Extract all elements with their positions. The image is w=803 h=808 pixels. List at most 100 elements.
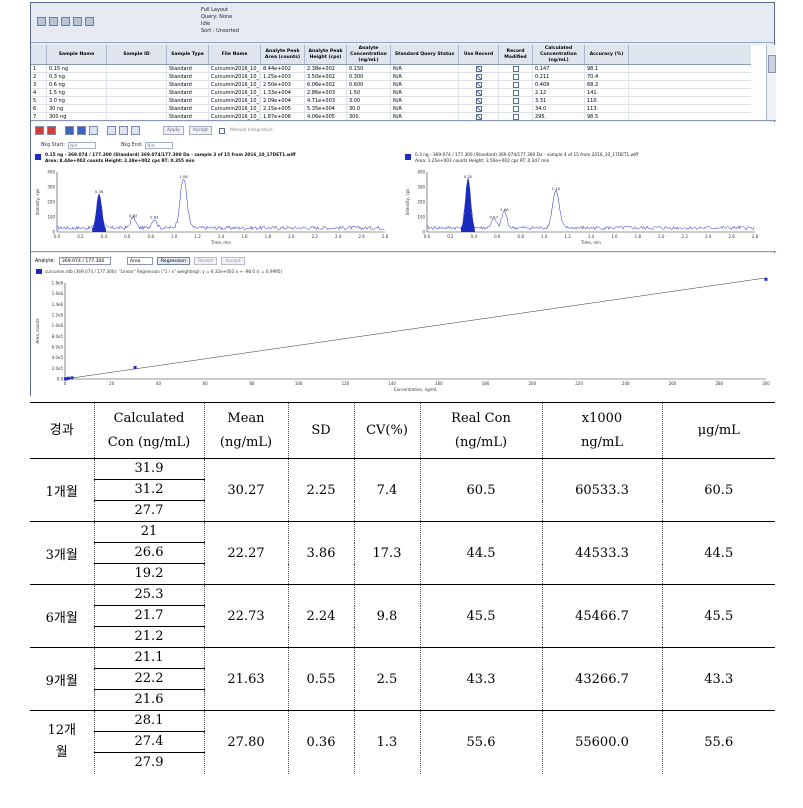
query-icon[interactable] <box>49 17 58 26</box>
checkbox[interactable] <box>475 105 482 112</box>
idle-status: Idle <box>201 21 211 27</box>
y-tick-label: 1.0e6 <box>52 323 64 328</box>
peak-icon[interactable] <box>89 126 98 135</box>
use-record-checkbox[interactable] <box>459 73 499 80</box>
grid-cell-type: Standard <box>167 113 209 120</box>
grid-row[interactable]: 3 0.6 ng Standard Curcumin2016_10_1 2.50e+00… <box>31 81 751 89</box>
checkbox[interactable] <box>512 97 519 104</box>
checkbox[interactable] <box>475 81 482 88</box>
grid-row[interactable]: 1 0.15 ng Standard Curcumin2016_10_ 8.44e+00… <box>31 65 751 73</box>
sort-icon[interactable] <box>73 17 82 26</box>
accept-calib-button[interactable]: Accept <box>221 257 245 265</box>
col-use-record[interactable]: Use Record <box>459 45 499 64</box>
checkbox[interactable] <box>512 65 519 72</box>
grid-row[interactable]: 4 1.5 ng Standard Curcumin2016_10_1 1.33e+00… <box>31 89 751 97</box>
period-cell: 1개월 <box>30 458 95 522</box>
record-modified-checkbox[interactable] <box>499 89 533 96</box>
scroll-thumb[interactable] <box>768 55 776 73</box>
grid-row[interactable]: 6 30 ng Standard Curcumin2016_10_1 2.15e+005… <box>31 105 751 113</box>
record-modified-checkbox[interactable] <box>499 105 533 112</box>
col-sample-type[interactable]: Sample Type <box>167 45 209 64</box>
checkbox[interactable] <box>512 105 519 112</box>
mean-cell: 22.73 <box>203 584 289 648</box>
next-sample-icon[interactable] <box>47 126 56 135</box>
x-tick-label: 40 <box>156 381 162 386</box>
use-record-checkbox[interactable] <box>459 113 499 120</box>
filter-icon[interactable] <box>61 17 70 26</box>
right-chromatogram[interactable]: 40030020010000.0 0.2 0.4 0.6 0.8 1.0 1.2 1.4 1.6… <box>403 168 763 248</box>
checkbox[interactable] <box>475 89 482 96</box>
x-tick-label: 0.0 <box>424 234 431 239</box>
record-modified-checkbox[interactable] <box>499 81 533 88</box>
col-sample-id[interactable]: Sample ID <box>107 45 167 64</box>
prev-sample-icon[interactable] <box>35 126 44 135</box>
col-analyte-conc[interactable]: Analyte Concentration (ng/mL) <box>347 45 391 64</box>
grid-cell-conc: 0.300 <box>347 73 391 80</box>
toolbar: Full Layout Query: None Idle Sort : Unso… <box>31 3 774 43</box>
x-tick-label: 2.0 <box>658 234 665 239</box>
record-modified-checkbox[interactable] <box>499 97 533 104</box>
layout-icon[interactable] <box>37 17 46 26</box>
use-record-checkbox[interactable] <box>459 105 499 112</box>
x-tick-label: 0.6 <box>124 234 131 239</box>
col-peak-area[interactable]: Analyte Peak Area (counts) <box>261 45 305 64</box>
col-record-modified[interactable]: Record Modified <box>499 45 533 64</box>
record-modified-checkbox[interactable] <box>499 113 533 120</box>
left-chromatogram[interactable]: 40030020010000.0 0.2 0.4 0.6 0.8 1.0 1.2 1.4 1.6… <box>33 168 393 248</box>
bkg-end-input[interactable]: N/A <box>145 142 174 149</box>
grid-cell-file: Curcumin2016_10_1 <box>211 97 261 104</box>
col-file-name[interactable]: File Name <box>209 45 261 64</box>
header-sd: SD <box>287 402 355 459</box>
x-tick-label: 0.4 <box>471 234 478 239</box>
accept-button[interactable]: Accept <box>188 126 213 135</box>
record-modified-checkbox[interactable] <box>499 73 533 80</box>
area-select[interactable]: Area <box>126 257 153 265</box>
header-mean-line1: Mean <box>227 410 265 426</box>
record-modified-checkbox[interactable] <box>499 65 533 72</box>
grid-cell-height: 2.86e+003 <box>305 89 347 96</box>
use-record-checkbox[interactable] <box>459 65 499 72</box>
x-tick-label: 1.6 <box>611 234 618 239</box>
apply-button[interactable]: Apply <box>163 126 184 135</box>
bkg-start-input[interactable]: N/A <box>67 142 96 149</box>
checkbox[interactable] <box>475 65 482 72</box>
grid-row[interactable]: 7 300 ng Standard Curcumin2016_10_1 1.87e+00… <box>31 113 751 120</box>
col-peak-height[interactable]: Analyte Peak Height (cps) <box>305 45 347 64</box>
grid-row[interactable]: 2 0.3 ng Standard Curcumin2016_10_1 1.25e+00… <box>31 73 751 81</box>
col-accuracy[interactable]: Accuracy (%) <box>585 45 629 64</box>
analyte-select[interactable]: 369.074 / 177.300 <box>58 257 111 265</box>
table-row: 9개월 21.1 21.63 0.55 2.5 43.3 43266.7 43.… <box>30 647 775 711</box>
use-record-checkbox[interactable] <box>459 89 499 96</box>
col-calc-conc[interactable]: Calculated Concentration (ng/mL) <box>533 45 585 64</box>
calibration-curve[interactable]: 1.8e6 1.6e6 1.4e6 1.2e6 1.0e6 8.0e5 6.0e5 4.0e5… <box>31 277 776 395</box>
zoom-icon[interactable] <box>65 126 74 135</box>
options-icon[interactable] <box>131 126 140 135</box>
print-icon[interactable] <box>85 17 94 26</box>
col-sample-name[interactable]: Sample Name <box>47 45 107 64</box>
chart-icon[interactable] <box>107 126 116 135</box>
x-tick-label: 80 <box>249 381 255 386</box>
grid-scrollbar[interactable] <box>766 45 776 120</box>
regression-button[interactable]: Regression <box>156 257 191 265</box>
integrate-icon[interactable] <box>77 126 86 135</box>
grid-cell-conc: 1.50 <box>347 89 391 96</box>
checkbox[interactable] <box>475 113 482 120</box>
manual-integration-checkbox[interactable] <box>219 127 226 134</box>
real-con-cell: 60.5 <box>419 458 543 522</box>
regression-line <box>64 277 767 380</box>
y-tick-label: 200 <box>417 200 425 205</box>
checkbox[interactable] <box>512 81 519 88</box>
grid-row[interactable]: 5 3.0 ng Standard Curcumin2016_10_1 2.09e+00… <box>31 97 751 105</box>
checkbox[interactable] <box>475 73 482 80</box>
y-tick-label: 400 <box>417 170 425 175</box>
revert-button[interactable]: Revert <box>194 257 218 265</box>
checkbox[interactable] <box>512 73 519 80</box>
col-query-status[interactable]: Standard Query Status <box>391 45 459 64</box>
checkbox[interactable] <box>512 113 519 120</box>
use-record-checkbox[interactable] <box>459 81 499 88</box>
use-record-checkbox[interactable] <box>459 97 499 104</box>
checkbox[interactable] <box>475 97 482 104</box>
calibration-point <box>133 366 137 370</box>
checkbox[interactable] <box>512 89 519 96</box>
graph-icon[interactable] <box>119 126 128 135</box>
